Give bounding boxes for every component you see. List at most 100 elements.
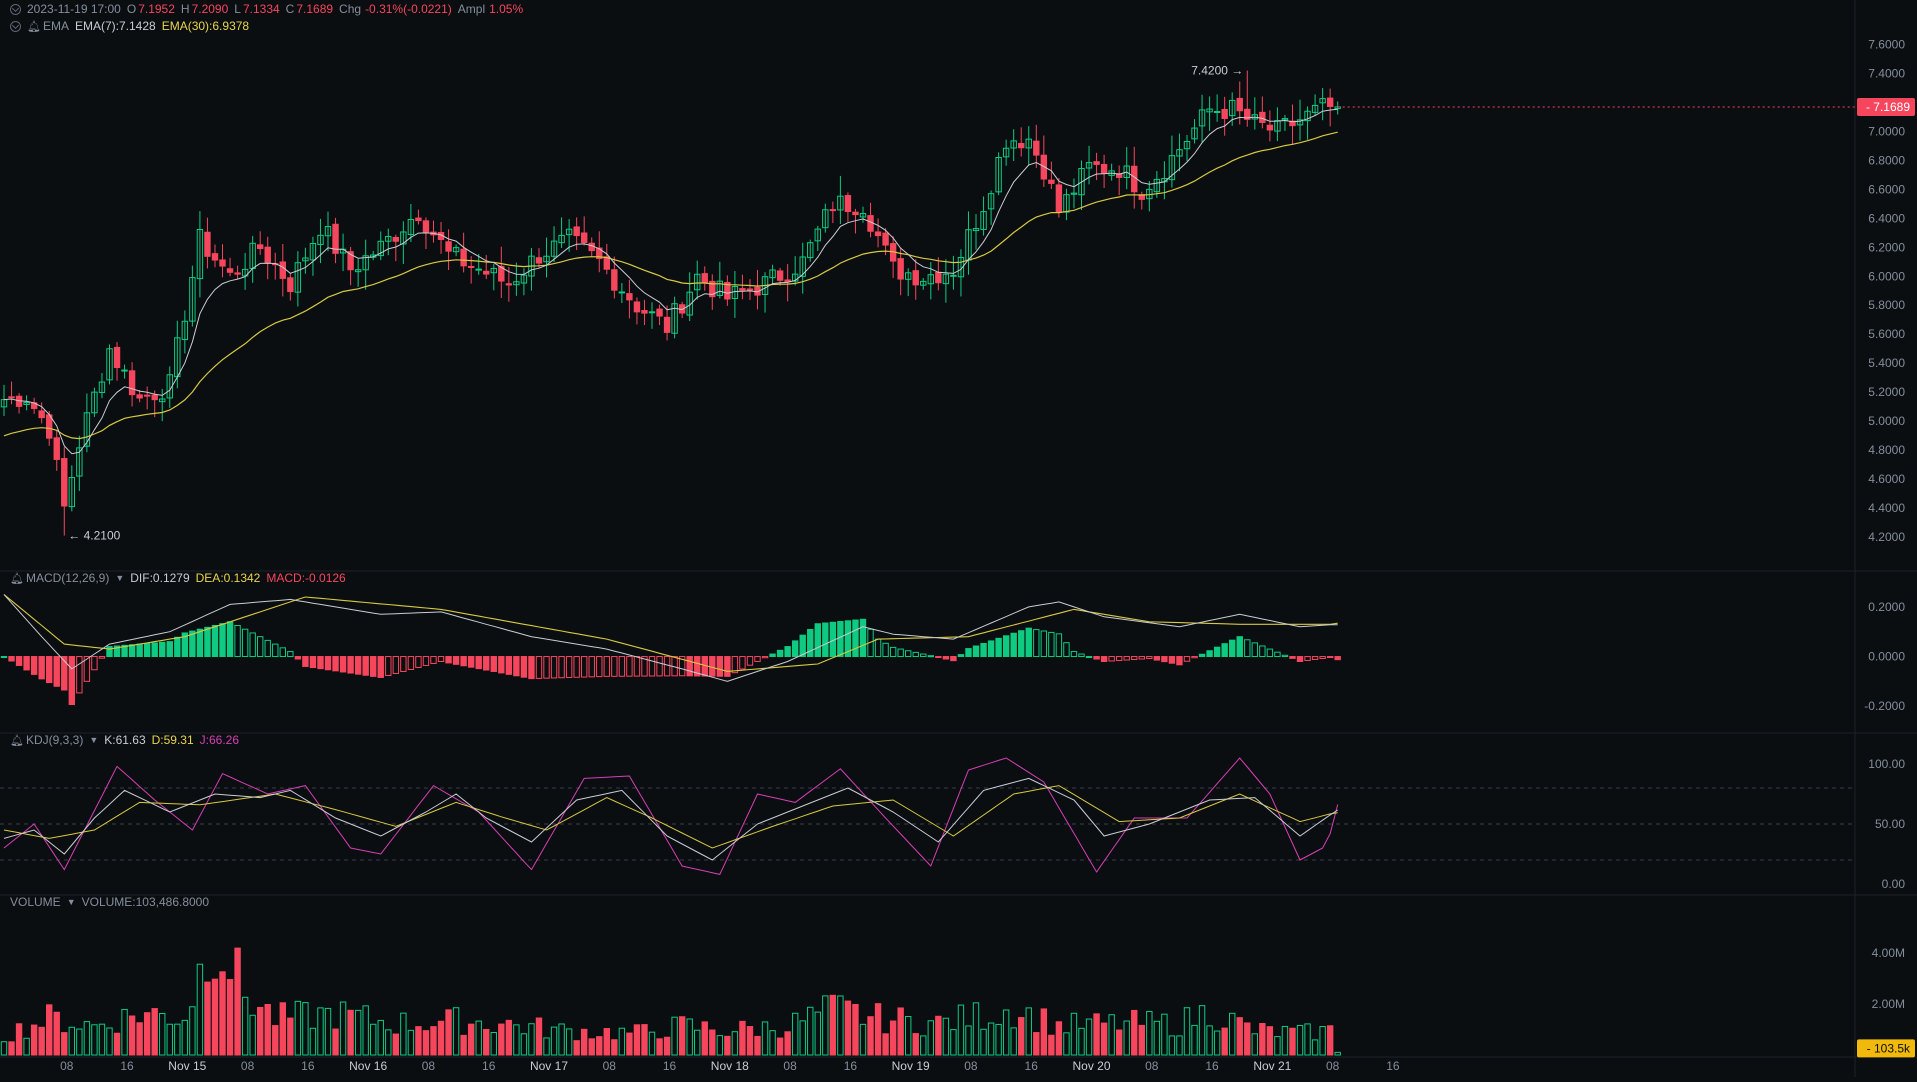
bell-icon[interactable]: 🔔︎ — [27, 20, 41, 33]
candle-body[interactable] — [287, 277, 294, 293]
candle-body[interactable] — [874, 231, 882, 237]
candle-body[interactable] — [143, 394, 151, 397]
candle-body[interactable] — [950, 274, 957, 277]
volume-bar — [1274, 1036, 1281, 1056]
candle-body[interactable] — [483, 270, 490, 275]
candle-body[interactable] — [897, 258, 904, 280]
collapse-toggle-icon[interactable] — [10, 20, 21, 32]
candle-body[interactable] — [1100, 163, 1108, 174]
candle-body[interactable] — [415, 217, 422, 222]
candle-body[interactable] — [1213, 110, 1221, 113]
candle-body[interactable] — [746, 288, 754, 291]
candle-body[interactable] — [128, 370, 136, 396]
candle-body[interactable] — [1259, 111, 1266, 123]
candle-body[interactable] — [776, 270, 784, 281]
candle-body[interactable] — [1018, 142, 1025, 149]
candle-body[interactable] — [279, 261, 286, 279]
candle-body[interactable] — [467, 265, 475, 268]
candle-body[interactable] — [1221, 109, 1228, 119]
candle-body[interactable] — [219, 259, 226, 267]
candle-body[interactable] — [256, 244, 264, 250]
volume-bar — [912, 1033, 919, 1056]
candle-body[interactable] — [1131, 165, 1138, 193]
candle-body[interactable] — [226, 268, 234, 273]
candle-body[interactable] — [784, 279, 791, 282]
macd-histogram-bar — [46, 656, 53, 684]
macd-pane[interactable] — [0, 594, 1341, 705]
chart-canvas[interactable]: 7.4200 →← 4.2100 7.60007.40007.20007.000… — [0, 0, 1917, 1077]
chart-stage[interactable]: 7.4200 →← 4.2100 7.60007.40007.20007.000… — [0, 0, 1917, 1077]
volume-pane[interactable] — [0, 947, 1341, 1056]
volume-bar — [754, 1035, 761, 1056]
candle-body[interactable] — [264, 246, 271, 264]
candle-body[interactable] — [618, 291, 626, 294]
candle-body[interactable] — [53, 437, 60, 460]
bell-icon[interactable]: 🔔︎ — [10, 572, 24, 585]
volume-bar — [1070, 1012, 1078, 1056]
candle-body[interactable] — [392, 236, 400, 242]
candle-body[interactable] — [61, 458, 68, 507]
candle-body[interactable] — [445, 241, 452, 252]
candle-body[interactable] — [844, 195, 852, 213]
candle-body[interactable] — [611, 269, 618, 291]
candle-body[interactable] — [626, 293, 633, 301]
volume-bar — [1085, 1018, 1093, 1056]
candle-body[interactable] — [505, 283, 513, 286]
candle-body[interactable] — [38, 410, 45, 419]
bell-icon[interactable]: 🔔︎ — [10, 734, 24, 747]
candle-body[interactable] — [136, 394, 143, 399]
candle-body[interactable] — [46, 414, 53, 439]
candle-body[interactable] — [1055, 184, 1063, 213]
candle-body[interactable] — [460, 248, 467, 267]
candle-body[interactable] — [656, 308, 663, 317]
candle-body[interactable] — [1033, 140, 1040, 156]
candle-body[interactable] — [8, 396, 15, 399]
chevron-down-icon[interactable]: ▼ — [115, 573, 124, 583]
volume-bar — [211, 978, 219, 1056]
candle-body[interactable] — [852, 211, 859, 216]
candle-body[interactable] — [113, 346, 121, 369]
candle-body[interactable] — [1093, 161, 1100, 165]
candle-body[interactable] — [633, 301, 641, 313]
candle-body[interactable] — [648, 311, 656, 314]
candle-body[interactable] — [1266, 124, 1274, 131]
candle-body[interactable] — [1236, 97, 1243, 112]
candle-body[interactable] — [1326, 97, 1334, 107]
candle-body[interactable] — [701, 273, 708, 284]
candle-body[interactable] — [829, 209, 837, 212]
candle-body[interactable] — [475, 268, 482, 271]
candle-body[interactable] — [1048, 179, 1055, 184]
candle-body[interactable] — [573, 226, 580, 237]
candle-body[interactable] — [234, 272, 241, 275]
candle-body[interactable] — [204, 231, 211, 257]
kdj-pane[interactable] — [0, 757, 1855, 875]
candle-body[interactable] — [739, 288, 746, 291]
chevron-down-icon[interactable]: ▼ — [67, 897, 76, 907]
candle-body[interactable] — [912, 270, 919, 286]
candle-body[interactable] — [580, 232, 588, 244]
chevron-down-icon[interactable]: ▼ — [89, 735, 98, 745]
price-pane[interactable]: 7.4200 → ← 4.2100 — [0, 64, 1341, 543]
candle-body[interactable] — [422, 220, 430, 233]
volume-bar — [980, 1028, 987, 1056]
candle-body[interactable] — [211, 253, 219, 261]
candle-body[interactable] — [535, 257, 543, 264]
candle-body[interactable] — [867, 215, 874, 232]
candle-body[interactable] — [882, 232, 889, 246]
macd-histogram-bar — [204, 626, 211, 658]
candle-body[interactable] — [121, 369, 128, 372]
time-axis-tick: Nov 19 — [892, 1059, 930, 1073]
volume-bar — [580, 1028, 588, 1056]
ohlc-open-value: 7.1952 — [138, 2, 175, 16]
candle-body[interactable] — [935, 271, 942, 284]
candle-body[interactable] — [151, 394, 158, 401]
collapse-toggle-icon[interactable] — [10, 3, 21, 15]
volume-bar — [784, 1031, 791, 1056]
volume-bar — [671, 1016, 678, 1056]
volume-bar — [724, 1035, 731, 1056]
time-axis-tick: 16 — [120, 1059, 134, 1073]
volume-bar — [279, 1002, 286, 1056]
candle-body[interactable] — [641, 310, 648, 314]
candle-body[interactable] — [663, 316, 671, 333]
macd-histogram-bar — [739, 656, 746, 670]
